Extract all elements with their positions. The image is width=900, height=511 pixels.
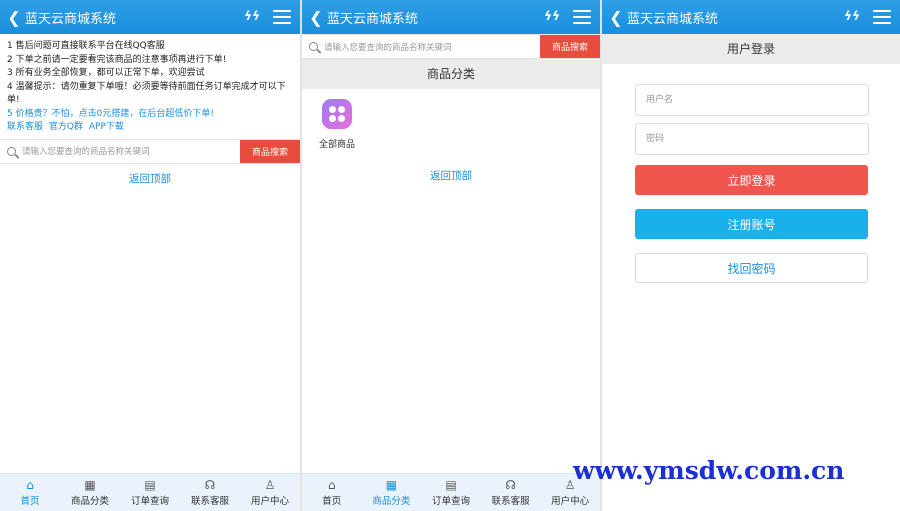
notice-line: 1 售后问题可直接联系平台在线QQ客服 xyxy=(7,41,165,51)
search-icon xyxy=(0,146,22,156)
app-header: ❮ 蓝天云商城系统 ϟϟ xyxy=(302,0,600,34)
app-download-link[interactable]: APP下载 xyxy=(89,122,124,132)
home-icon: ⌂ xyxy=(327,478,336,492)
tab-orders[interactable]: ▤ 订单查询 xyxy=(421,474,481,511)
tab-orders[interactable]: ▤ 订单查询 xyxy=(120,474,180,511)
username-field[interactable]: 用户名 xyxy=(635,84,869,116)
category-all-products[interactable]: 全部商品 xyxy=(302,99,372,150)
search-icon xyxy=(302,42,324,51)
category-screen: ❮ 蓝天云商城系统 ϟϟ 请输入您要查询的商品名称关键词 商品搜索 商品分类 全… xyxy=(302,0,600,511)
grid-icon: ▦ xyxy=(84,478,96,492)
back-to-top-link[interactable]: 返回顶部 xyxy=(302,168,600,183)
clipboard-icon: ▤ xyxy=(445,478,457,492)
home-icon: ⌂ xyxy=(26,478,34,492)
login-title: 用户登录 xyxy=(602,34,900,64)
search-input[interactable]: 请输入您要查询的商品名称关键词 xyxy=(324,41,540,53)
tab-home[interactable]: ⌂ 首页 xyxy=(0,474,60,511)
tab-support[interactable]: ☊ 联系客服 xyxy=(180,474,240,511)
chevron-left-icon[interactable]: ❮ xyxy=(605,8,627,27)
app-header: ❮ 蓝天云商城系统 ϟϟ xyxy=(0,0,300,34)
screenshot-stage: ❮ 蓝天云商城系统 ϟϟ 1 售后问题可直接联系平台在线QQ客服 2 下单之前请… xyxy=(0,0,900,511)
notice-line: 2 下单之前请一定要看完该商品的注意事项再进行下单! xyxy=(7,54,227,65)
tab-categories[interactable]: ▦ 商品分类 xyxy=(60,474,120,511)
headset-icon: ☊ xyxy=(204,478,216,492)
password-field[interactable]: 密码 xyxy=(635,123,869,155)
search-button[interactable]: 商品搜索 xyxy=(240,139,300,163)
app-title: 蓝天云商城系统 xyxy=(327,11,419,27)
home-screen: ❮ 蓝天云商城系统 ϟϟ 1 售后问题可直接联系平台在线QQ客服 2 下单之前请… xyxy=(0,0,300,511)
chevron-left-icon[interactable]: ❮ xyxy=(305,8,327,27)
grid-icon: ▦ xyxy=(385,478,398,492)
clipboard-icon: ▤ xyxy=(144,478,156,492)
menu-icon[interactable] xyxy=(873,10,891,24)
site-watermark: www.ymsdw.com.cn xyxy=(573,456,845,485)
chevron-left-icon[interactable]: ❮ xyxy=(3,8,25,27)
app-header: ❮ 蓝天云商城系统 ϟϟ xyxy=(602,0,900,34)
promo-link[interactable]: 5 价格贵？不怕，点击0元搭建，在后台超低价下单! xyxy=(7,108,293,122)
search-bar: 请输入您要查询的商品名称关键词 商品搜索 xyxy=(302,34,600,59)
register-button[interactable]: 注册账号 xyxy=(635,209,868,239)
login-button[interactable]: 立即登录 xyxy=(635,165,868,195)
refresh-icon[interactable]: ϟϟ xyxy=(244,9,260,23)
category-label: 全部商品 xyxy=(318,140,355,150)
category-title: 商品分类 xyxy=(302,59,600,89)
app-title: 蓝天云商城系统 xyxy=(627,11,719,27)
headset-icon: ☊ xyxy=(505,478,516,492)
notice-line: 3 所有业务全部恢复，都可以正常下单，欢迎尝试 xyxy=(7,68,205,78)
search-input[interactable]: 请输入您要查询的商品名称关键词 xyxy=(22,145,240,157)
tab-support[interactable]: ☊ 联系客服 xyxy=(481,474,541,511)
notice-board: 1 售后问题可直接联系平台在线QQ客服 2 下单之前请一定要看完该商品的注意事项… xyxy=(0,34,300,139)
bottom-tab-bar: ⌂ 首页 ▦ 商品分类 ▤ 订单查询 ☊ 联系客服 ♙ 用户中心 xyxy=(302,473,600,511)
back-to-top-link[interactable]: 返回顶部 xyxy=(0,171,300,186)
refresh-icon[interactable]: ϟϟ xyxy=(544,9,560,23)
contact-service-link[interactable]: 联系客服 xyxy=(7,122,43,132)
tab-home[interactable]: ⌂ 首页 xyxy=(302,474,362,511)
user-icon: ♙ xyxy=(264,478,276,492)
notice-line: 4 温馨提示：请勿重复下单哦！必须要等待前面任务订单完成才可以下单! xyxy=(7,81,286,106)
menu-icon[interactable] xyxy=(573,10,591,24)
search-bar: 请输入您要查询的商品名称关键词 商品搜索 xyxy=(0,138,300,164)
apps-icon xyxy=(322,99,352,129)
refresh-icon[interactable]: ϟϟ xyxy=(844,9,860,23)
bottom-tab-bar: ⌂ 首页 ▦ 商品分类 ▤ 订单查询 ☊ 联系客服 ♙ 用户中心 xyxy=(0,473,300,511)
recover-password-button[interactable]: 找回密码 xyxy=(635,253,868,283)
menu-icon[interactable] xyxy=(273,10,291,24)
login-screen: ❮ 蓝天云商城系统 ϟϟ 用户登录 用户名 密码 立即登录 注册账号 找回密码 xyxy=(602,0,900,511)
app-title: 蓝天云商城系统 xyxy=(25,11,117,27)
tab-categories[interactable]: ▦ 商品分类 xyxy=(362,474,422,511)
notice-links: 联系客服 官方Q群 APP下载 xyxy=(7,121,293,135)
search-button[interactable]: 商品搜索 xyxy=(540,35,600,58)
official-qq-group-link[interactable]: 官方Q群 xyxy=(49,122,83,132)
tab-user-center[interactable]: ♙ 用户中心 xyxy=(240,474,300,511)
